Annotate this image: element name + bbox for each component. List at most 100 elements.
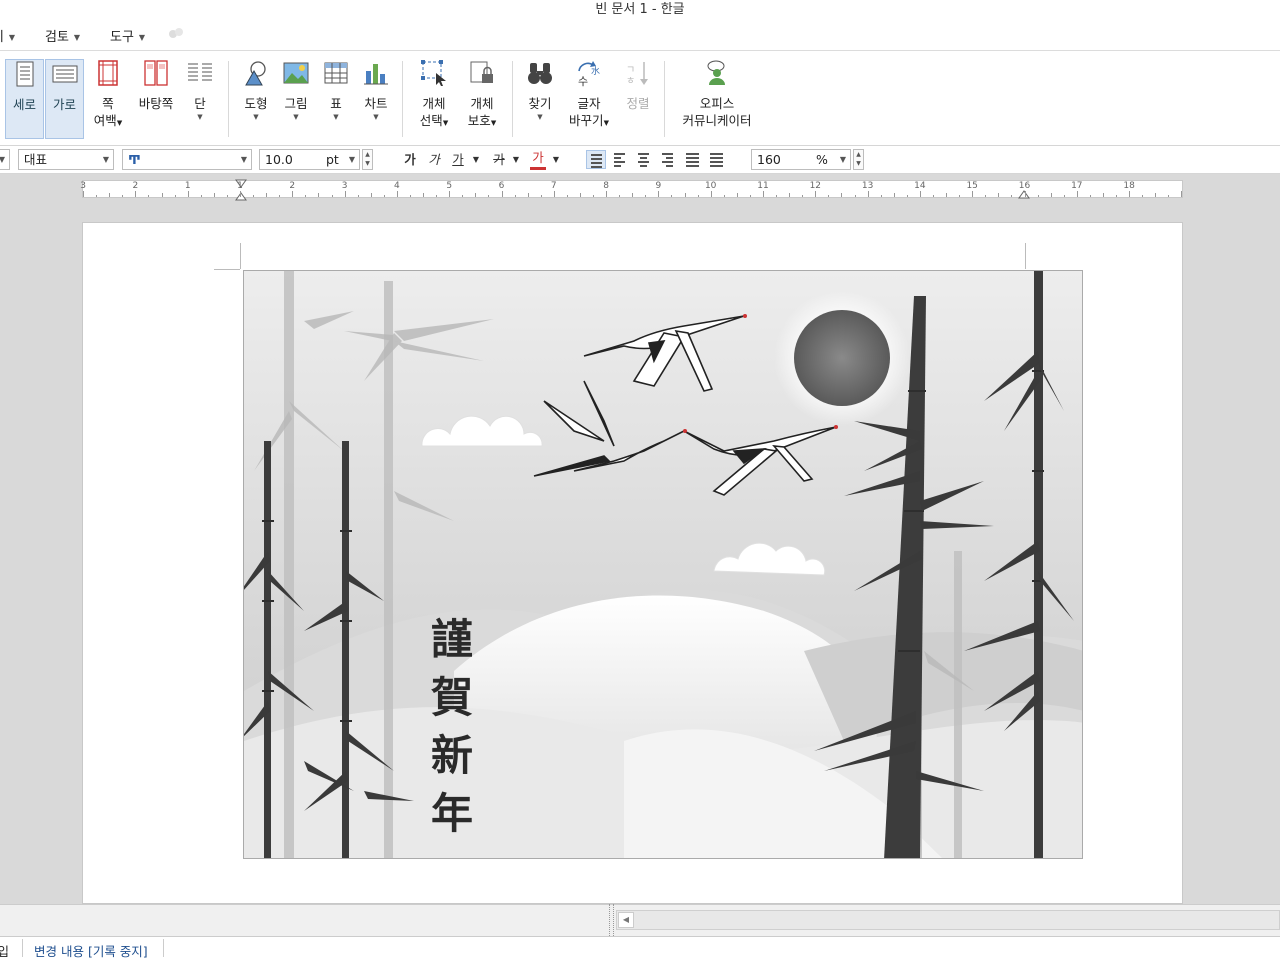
sort-icon: ㄱㅎ <box>626 62 648 87</box>
ruler-tick <box>96 195 98 197</box>
landscape-page-icon <box>52 65 77 83</box>
ruler-number: 16 <box>1018 181 1031 191</box>
chevron-down-icon[interactable]: ▼ <box>510 150 522 170</box>
font-type-icon: Ͳ <box>128 152 141 167</box>
zoom-combo[interactable]: 160% ▼ <box>751 149 851 170</box>
landscape-label: 가로 <box>52 97 76 112</box>
find-button[interactable]: 찾기 ▼ <box>522 59 558 139</box>
align-left-button[interactable] <box>610 150 630 169</box>
ruler-tick <box>148 195 150 197</box>
ruler-number: 15 <box>966 181 978 191</box>
ruler-number: 18 <box>1123 181 1135 191</box>
ruler-number: 17 <box>1071 181 1083 191</box>
table-button[interactable]: 표 ▼ <box>320 59 352 139</box>
extra-menu-icon[interactable] <box>168 27 184 45</box>
menu-review[interactable]: 검토 ▼ <box>45 26 80 45</box>
track-changes-status[interactable]: 변경 내용 [기록 중지] <box>34 941 148 960</box>
chevron-down-icon[interactable]: ▼ <box>470 150 482 170</box>
ruler-tick <box>213 193 215 197</box>
align-distribute-button[interactable] <box>682 150 702 169</box>
background-page-button[interactable]: 바탕쪽 <box>134 59 178 139</box>
chart-button[interactable]: 차트 ▼ <box>359 59 393 139</box>
ruler-tick <box>723 195 725 197</box>
calligraphy-text: 謹 賀 新 年 <box>422 611 482 843</box>
ruler-number: 8 <box>603 181 609 191</box>
columns-icon <box>188 63 212 81</box>
horizontal-scrollbar[interactable]: ◀ <box>614 906 1280 934</box>
strikethrough-button[interactable]: 가 <box>490 150 508 170</box>
shape-button[interactable]: 도형 ▼ <box>238 59 274 139</box>
chart-label: 차트 <box>364 96 388 111</box>
style-combo[interactable]: 대표 ▼ <box>18 149 114 170</box>
picture-icon <box>283 62 309 84</box>
ruler-tick <box>828 195 830 197</box>
menu-tools[interactable]: 도구 ▼ <box>110 26 145 45</box>
align-justify-button[interactable] <box>586 150 606 169</box>
sort-button[interactable]: ㄱㅎ 정렬 <box>620 59 656 139</box>
office-communicator-button[interactable]: 오피스 커뮤니케이터 <box>676 59 758 139</box>
ruler-tick <box>553 191 555 197</box>
font-size-combo[interactable]: 10.0 pt ▼ <box>259 149 360 170</box>
scrollbar-track[interactable] <box>616 910 1280 930</box>
underline-button[interactable]: 가 <box>450 150 466 170</box>
ruler-tick <box>436 195 438 197</box>
ruler-number: 1 <box>184 181 191 191</box>
ruler-tick <box>985 195 987 197</box>
ruler-tick <box>789 193 791 197</box>
chevron-down-icon: ▼ <box>839 155 846 164</box>
margin-label-2: 여백 <box>93 113 117 128</box>
scroll-left-arrow-icon[interactable]: ◀ <box>618 912 634 928</box>
align-right-button[interactable] <box>658 150 678 169</box>
style-set-combo[interactable]: ▼ <box>0 149 10 170</box>
columns-label: 단 <box>194 96 206 111</box>
status-divider <box>163 939 164 957</box>
ruler-tick <box>1011 195 1013 197</box>
object-select-button[interactable]: 개체 선택▼ <box>414 59 454 139</box>
shape-label: 도형 <box>244 96 268 111</box>
ruler-tick <box>1181 191 1183 197</box>
columns-button[interactable]: 단 ▼ <box>184 59 216 139</box>
bold-button[interactable]: 가 <box>402 150 418 170</box>
ruler-tick <box>932 195 934 197</box>
ruler-tick <box>854 195 856 197</box>
align-center-button[interactable] <box>634 150 654 169</box>
ruler-tick <box>749 195 751 197</box>
chevron-down-icon: ▼ <box>197 113 203 121</box>
ruler-number: 3 <box>341 181 348 191</box>
find-label: 찾기 <box>528 96 552 111</box>
font-color-button[interactable]: 가 <box>530 150 546 170</box>
ruler-tick <box>423 193 425 197</box>
page-margin-button[interactable]: 쪽 여백▼ <box>88 59 128 139</box>
replace-icon: 수水 <box>578 61 600 87</box>
horizontal-ruler[interactable]: 3 2 1 1 2 3 4 5 6 7 8 9 10 11 12 13 14 15 16 17 18 <box>80 179 1183 201</box>
portrait-button[interactable]: 세로 <box>5 59 44 139</box>
italic-button[interactable]: 가 <box>426 150 442 170</box>
chevron-down-icon[interactable]: ▼ <box>550 150 562 170</box>
chevron-down-icon: ▼ <box>102 155 109 164</box>
zoom-value: 160 <box>757 152 781 167</box>
picture-button[interactable]: 그림 ▼ <box>280 59 312 139</box>
object-protect-button[interactable]: 개체 보호▼ <box>462 59 502 139</box>
ruler-tick <box>946 193 948 197</box>
style-value: 대표 <box>24 152 48 167</box>
align-divide-button[interactable] <box>706 150 726 169</box>
ruler-tick <box>1129 191 1131 197</box>
chevron-down-icon: ▼ <box>293 113 299 121</box>
new-year-card-picture[interactable]: 謹 賀 新 年 <box>243 270 1083 859</box>
chevron-down-icon: ▼ <box>8 33 16 42</box>
ruler-tick <box>200 195 202 197</box>
ribbon-toolbar: 세로 가로 쪽 여백▼ 바탕쪽 단 ▼ 도형 ▼ 그림 ▼ 표 ▼ 차트 ▼ 개… <box>0 50 1280 146</box>
chevron-down-icon: ▼ <box>373 113 379 121</box>
font-combo[interactable]: Ͳ ▼ <box>122 149 252 170</box>
menu-view[interactable]: 보기 ▼ <box>0 26 15 45</box>
insert-mode-status[interactable]: 삽입 <box>0 941 9 960</box>
replace-button[interactable]: 수水 글자 바꾸기▼ <box>566 59 612 139</box>
ruler-tick <box>540 195 542 197</box>
zoom-spinner[interactable]: ▲ ▼ <box>853 149 864 170</box>
ruler-tick <box>174 195 176 197</box>
landscape-button[interactable]: 가로 <box>45 59 84 139</box>
ruler-tick <box>1076 191 1078 197</box>
portrait-page-icon <box>16 61 33 87</box>
ruler-tick <box>606 191 608 197</box>
font-size-spinner[interactable]: ▲ ▼ <box>362 149 373 170</box>
